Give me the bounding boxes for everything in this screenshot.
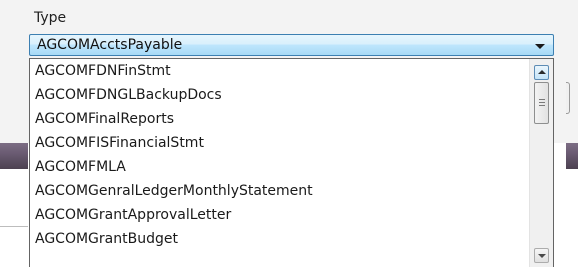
- option-item[interactable]: AGCOMFinalReports: [30, 107, 528, 131]
- grip-line: [539, 99, 545, 100]
- background-content-right: [566, 169, 578, 267]
- type-label: Type: [34, 10, 67, 26]
- option-item[interactable]: AGCOMGrantApprovalLetter: [30, 203, 528, 227]
- arrow-up-icon[interactable]: [534, 65, 549, 80]
- vertical-scrollbar[interactable]: [529, 59, 553, 267]
- type-dropdown-list[interactable]: AGCOMFDNFinStmt AGCOMFDNGLBackupDocs AGC…: [29, 58, 554, 267]
- option-list: AGCOMFDNFinStmt AGCOMFDNGLBackupDocs AGC…: [30, 59, 528, 251]
- option-item[interactable]: AGCOMFDNGLBackupDocs: [30, 83, 528, 107]
- arrow-down-icon[interactable]: [534, 248, 549, 263]
- option-item[interactable]: AGCOMFDNFinStmt: [30, 59, 528, 83]
- grip-line: [539, 105, 545, 106]
- option-item[interactable]: AGCOMFISFinancialStmt: [30, 131, 528, 155]
- type-select[interactable]: AGCOMAcctsPayable: [29, 34, 554, 56]
- option-item[interactable]: AGCOMGrantBudget: [30, 227, 528, 251]
- background-divider: [0, 226, 28, 227]
- option-item[interactable]: AGCOMGenralLedgerMonthlyStatement: [30, 179, 528, 203]
- option-item[interactable]: AGCOMFMLA: [30, 155, 528, 179]
- background-header-band-right: [566, 143, 578, 169]
- scroll-thumb[interactable]: [534, 82, 549, 124]
- type-select-value: AGCOMAcctsPayable: [37, 37, 183, 53]
- background-content-left: [0, 169, 28, 267]
- background-button-edge: [566, 82, 570, 114]
- background-header-band-left: [0, 143, 28, 169]
- chevron-down-icon[interactable]: [535, 44, 545, 49]
- grip-line: [539, 102, 545, 103]
